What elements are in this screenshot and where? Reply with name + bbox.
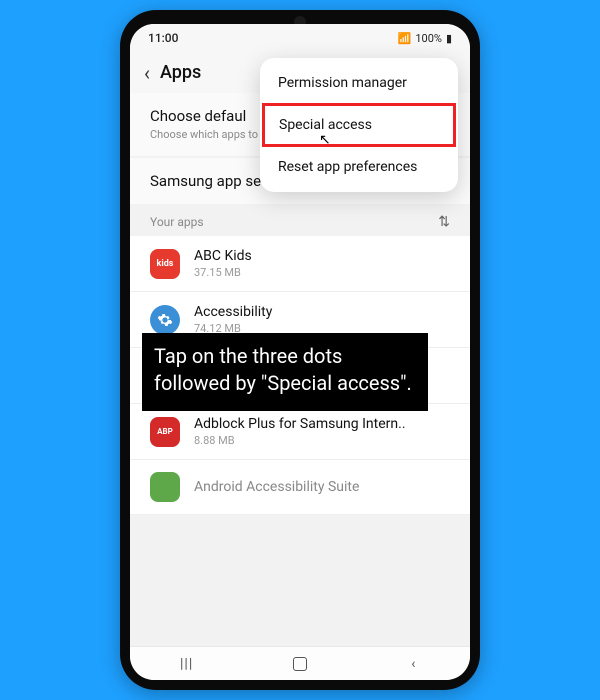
gear-icon: [150, 305, 180, 335]
sort-icon[interactable]: ⇅: [438, 214, 450, 230]
app-row-abc-kids[interactable]: kids ABC Kids 37.15 MB: [130, 236, 470, 292]
menu-special-access[interactable]: Special access ↖: [262, 103, 456, 147]
app-name: Android Accessibility Suite: [194, 479, 450, 495]
app-row-adblock-plus[interactable]: ABP Adblock Plus for Samsung Intern.. 8.…: [130, 404, 470, 460]
battery-text: 100%: [415, 32, 442, 45]
nav-back-button[interactable]: ‹: [383, 656, 443, 672]
your-apps-header: Your apps ⇅: [130, 204, 470, 236]
back-icon[interactable]: ‹: [144, 63, 150, 83]
battery-icon: ▮: [446, 32, 452, 45]
app-icon: kids: [150, 249, 180, 279]
app-icon: ABP: [150, 417, 180, 447]
nav-home-button[interactable]: [270, 657, 330, 671]
instruction-overlay: Tap on the three dots followed by "Speci…: [142, 333, 428, 411]
screen: 11:00 📶 100% ▮ ‹ Apps Choose defaul Choo…: [130, 24, 470, 680]
your-apps-label: Your apps: [150, 215, 204, 229]
page-title: Apps: [160, 62, 201, 83]
nav-recents-button[interactable]: |||: [157, 656, 217, 672]
status-bar: 11:00 📶 100% ▮: [130, 24, 470, 52]
app-name: ABC Kids: [194, 248, 450, 264]
app-size: 37.15 MB: [194, 266, 450, 279]
menu-special-access-label: Special access: [279, 117, 372, 133]
navigation-bar: ||| ‹: [130, 646, 470, 680]
menu-permission-manager[interactable]: Permission manager: [260, 62, 458, 104]
status-icons: 📶 100% ▮: [398, 32, 452, 45]
menu-reset-app-preferences[interactable]: Reset app preferences: [260, 146, 458, 188]
phone-frame: 11:00 📶 100% ▮ ‹ Apps Choose defaul Choo…: [120, 10, 480, 690]
app-name: Adblock Plus for Samsung Intern..: [194, 416, 450, 432]
signal-icon: 📶: [398, 32, 412, 45]
app-size: 8.88 MB: [194, 434, 450, 447]
app-icon: [150, 472, 180, 502]
home-icon: [293, 657, 307, 671]
clock: 11:00: [148, 31, 178, 45]
app-name: Accessibility: [194, 304, 450, 320]
app-row-android-accessibility[interactable]: Android Accessibility Suite: [130, 460, 470, 515]
overflow-menu: Permission manager Special access ↖ Rese…: [260, 58, 458, 192]
